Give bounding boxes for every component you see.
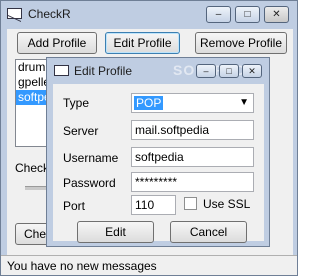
password-field[interactable]: ********* xyxy=(131,172,254,192)
port-field[interactable]: 110 xyxy=(131,195,176,215)
close-icon: ✕ xyxy=(248,65,256,76)
username-field[interactable]: softpedia xyxy=(131,147,254,167)
status-bar: You have no new messages xyxy=(1,255,297,275)
edit-profile-dialog: Edit Profile SOFTPEDIA – □ ✕ Type POP ▼ … xyxy=(46,57,270,247)
type-select[interactable]: POP ▼ xyxy=(131,93,254,113)
dialog-client-area: Type POP ▼ Server mail.softpedia Usernam… xyxy=(53,84,264,243)
close-icon: ✕ xyxy=(272,9,281,20)
minimize-icon: – xyxy=(215,9,222,20)
window-title: CheckR xyxy=(28,7,71,21)
password-label: Password xyxy=(63,176,116,190)
maximize-icon: □ xyxy=(244,9,251,20)
dialog-close-button[interactable]: ✕ xyxy=(242,64,262,78)
envelope-icon xyxy=(54,65,69,76)
edit-button[interactable]: Edit xyxy=(77,221,154,243)
server-field[interactable]: mail.softpedia xyxy=(131,120,254,140)
maximize-button[interactable]: □ xyxy=(235,6,260,23)
dialog-minimize-button[interactable]: – xyxy=(196,64,216,78)
edit-profile-button[interactable]: Edit Profile xyxy=(105,32,180,54)
cancel-button[interactable]: Cancel xyxy=(170,221,247,243)
use-ssl-checkbox[interactable] xyxy=(184,197,197,210)
check-interval-label: Check xyxy=(15,161,50,175)
server-label: Server xyxy=(63,124,99,138)
type-selected-value: POP xyxy=(134,96,164,110)
use-ssl-label: Use SSL xyxy=(203,197,251,211)
type-label: Type xyxy=(63,96,90,110)
title-bar[interactable]: CheckR – □ ✕ xyxy=(1,1,297,29)
check-interval-slider[interactable] xyxy=(25,186,47,190)
add-profile-button[interactable]: Add Profile xyxy=(17,32,97,54)
port-label: Port xyxy=(63,199,86,213)
dialog-maximize-button[interactable]: □ xyxy=(219,64,239,78)
dialog-title: Edit Profile xyxy=(74,64,133,78)
status-text: You have no new messages xyxy=(7,259,157,273)
username-label: Username xyxy=(63,151,119,165)
minimize-button[interactable]: – xyxy=(206,6,231,23)
minimize-icon: – xyxy=(203,66,209,76)
dropdown-arrow-icon[interactable]: ▼ xyxy=(239,97,249,108)
remove-profile-button[interactable]: Remove Profile xyxy=(195,32,287,54)
envelope-icon xyxy=(7,8,22,19)
maximize-icon: □ xyxy=(226,66,232,76)
close-button[interactable]: ✕ xyxy=(264,6,289,23)
